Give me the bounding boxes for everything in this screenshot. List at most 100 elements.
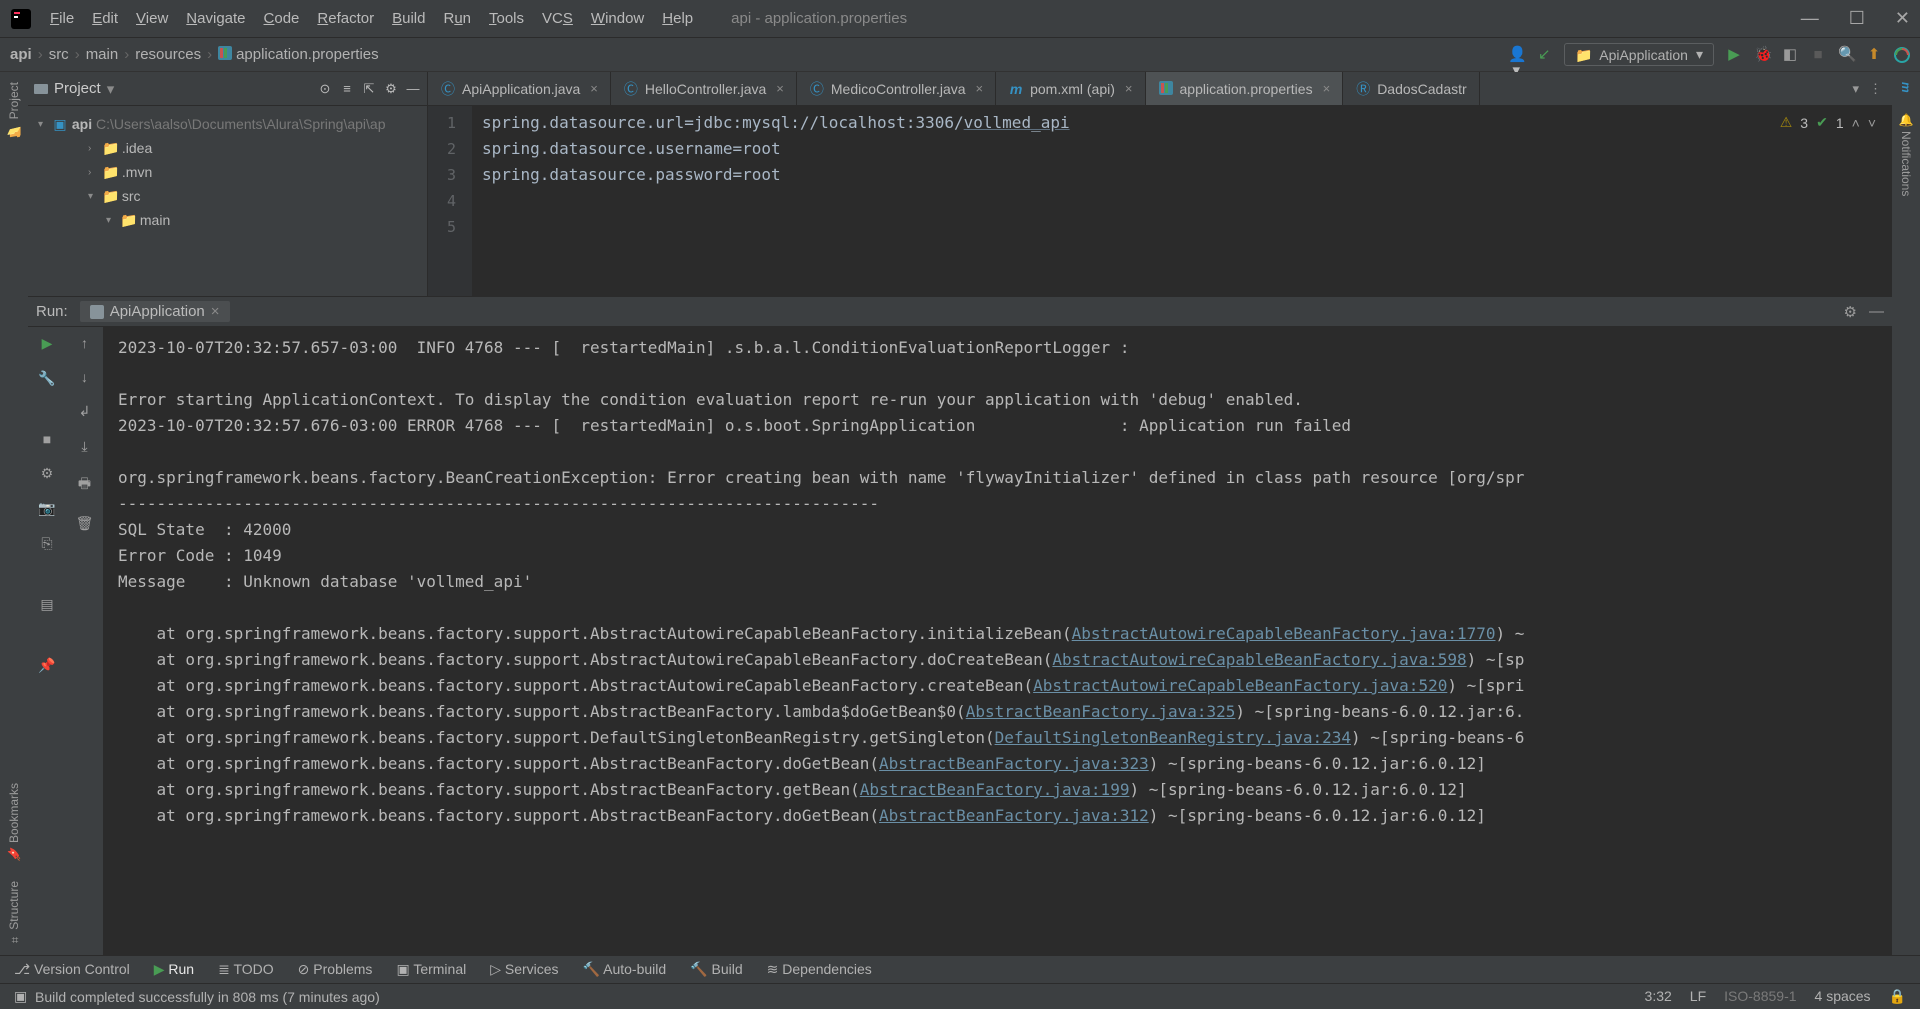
editor-tab[interactable]: ⒸHelloController.java× [611,72,797,105]
line-ending[interactable]: LF [1690,988,1706,1005]
soft-wrap-icon[interactable]: ↲ [79,403,91,420]
sync-icon[interactable]: ⬆ [1866,47,1882,63]
menu-vcs[interactable]: VCS [542,10,573,27]
tool-vc-tab[interactable]: ⎇ Version Control [14,961,130,978]
editor-tab[interactable]: ⒸApiApplication.java× [428,72,611,105]
camera-icon[interactable]: 📷 [38,500,55,517]
tool-build-tab[interactable]: 🔨 Build [690,961,742,978]
hide-panel-icon[interactable]: ― [1869,303,1884,321]
run-icon[interactable]: ▶ [1726,47,1742,63]
close-icon[interactable]: × [211,303,220,320]
indent-setting[interactable]: 4 spaces [1815,988,1871,1005]
status-widgets-icon[interactable]: ▣ [14,988,27,1005]
stop-icon[interactable]: ■ [43,431,51,447]
settings-gear-icon[interactable]: ⚙ [383,81,399,97]
project-tree[interactable]: ▾ ▣ api C:\Users\aalso\Documents\Alura\S… [28,106,427,296]
code-editor[interactable]: 12345 spring.datasource.url=jdbc:mysql:/… [428,106,1892,296]
close-icon[interactable]: × [1323,81,1331,96]
window-minimize-icon[interactable]: ― [1801,8,1819,29]
menu-build[interactable]: Build [392,10,425,27]
stop-icon[interactable]: ■ [1810,47,1826,63]
coverage-icon[interactable]: ◧ [1782,47,1798,63]
tool-services-tab[interactable]: ▷ Services [490,961,558,978]
scroll-to-end-icon[interactable]: ⤓ [81,438,87,455]
ide-actions-icon[interactable] [1894,47,1910,63]
close-icon[interactable]: × [776,81,784,96]
menu-navigate[interactable]: Navigate [186,10,245,27]
close-icon[interactable]: × [1125,81,1133,96]
editor-tab[interactable]: ⒸMedicoController.java× [797,72,996,105]
project-title[interactable]: Project ▾ [34,80,114,98]
exit-icon[interactable]: ⎘ [41,535,52,552]
tool-bookmarks-tab[interactable]: 🔖 Bookmarks [7,773,21,871]
collapse-all-icon[interactable]: ⇱ [361,81,377,97]
tool-run-tab[interactable]: ▶ Run [154,961,194,978]
menu-tools[interactable]: Tools [489,10,524,27]
search-icon[interactable]: 🔍 [1838,47,1854,63]
tool-structure-tab[interactable]: ⌗ Structure [7,871,21,955]
menu-refactor[interactable]: Refactor [317,10,374,27]
run-config-selector[interactable]: 📁 ApiApplication ▾ [1564,43,1714,66]
menu-edit[interactable]: Edit [92,10,118,27]
expand-all-icon[interactable]: ≡ [339,81,355,97]
print-icon[interactable]: 🖶 [78,473,91,497]
breadcrumb-item[interactable]: main [86,46,136,63]
menu-help[interactable]: Help [662,10,693,27]
caret-position[interactable]: 3:32 [1645,988,1672,1005]
breadcrumb-item[interactable]: src [49,46,86,63]
breadcrumb-item[interactable]: api [10,46,49,63]
settings-gear-icon[interactable]: ⚙ [41,465,54,482]
read-lock-icon[interactable]: 🔒 [1889,988,1906,1005]
menu-window[interactable]: Window [591,10,644,27]
editor-tab-active[interactable]: application.properties× [1146,72,1344,105]
user-switch-icon[interactable]: 👤▾ [1508,47,1524,63]
tool-todo-tab[interactable]: ≣ TODO [218,961,274,978]
editor-tab[interactable]: ⓇDadosCadastr [1343,72,1480,105]
select-opened-icon[interactable]: ⊙ [317,81,333,97]
breadcrumb-item[interactable]: application.properties [218,46,379,64]
rerun-icon[interactable]: ▶ [42,335,53,352]
warning-icon[interactable]: ⚠ [1780,114,1793,131]
window-maximize-icon[interactable]: ☐ [1849,8,1865,29]
tab-list-icon[interactable]: ▾ [1852,81,1859,97]
menu-file[interactable]: File [50,10,74,27]
close-icon[interactable]: × [590,81,598,96]
settings-gear-icon[interactable]: ⚙ [1844,303,1857,321]
hide-panel-icon[interactable]: ― [405,81,421,97]
editor-annotations[interactable]: ⚠3 ✔1 ˄ ˅ [1780,114,1876,131]
clear-icon[interactable]: 🗑 [76,515,94,532]
debug-icon[interactable]: 🐞 [1754,47,1770,63]
tool-terminal-tab[interactable]: ▣ Terminal [396,961,466,978]
tool-notifications-tab[interactable]: 🔔 Notifications [1899,103,1913,206]
down-icon[interactable]: ↓ [81,369,88,385]
check-icon[interactable]: ✔ [1816,114,1828,131]
close-icon[interactable]: × [976,81,984,96]
tool-maven-tab[interactable]: m [1899,72,1913,103]
up-icon[interactable]: ↑ [81,335,88,351]
layout-icon[interactable]: ▤ [40,596,53,613]
pin-icon[interactable]: 📌 [38,657,55,674]
run-config-tab[interactable]: ApiApplication × [80,301,230,322]
editor-tab[interactable]: mpom.xml (api)× [996,72,1145,105]
breadcrumb-item[interactable]: resources [135,46,218,63]
tree-item[interactable]: ›📁 .mvn [28,160,427,184]
run-console[interactable]: 2023-10-07T20:32:57.657-03:00 INFO 4768 … [104,327,1892,955]
tool-project-tab[interactable]: 📂 Project [7,72,21,147]
tree-item[interactable]: ▾📁 src [28,184,427,208]
menu-run[interactable]: Run [443,10,471,27]
chevron-down-icon[interactable]: ˅ [1868,115,1876,131]
tree-root[interactable]: ▾ ▣ api C:\Users\aalso\Documents\Alura\S… [28,112,427,136]
tool-autobuild-tab[interactable]: 🔨 Auto-build [583,961,667,978]
menu-view[interactable]: View [136,10,168,27]
tree-item[interactable]: ▾📁 main [28,208,427,232]
tab-more-icon[interactable]: ⋮ [1869,81,1882,97]
tool-dependencies-tab[interactable]: ≋ Dependencies [767,961,872,978]
window-close-icon[interactable]: ✕ [1895,8,1910,29]
vcs-update-icon[interactable]: ↙ [1536,47,1552,63]
menu-code[interactable]: Code [264,10,300,27]
file-encoding[interactable]: ISO-8859-1 [1724,988,1796,1005]
tool-problems-tab[interactable]: ⊘ Problems [298,961,373,978]
chevron-up-icon[interactable]: ˄ [1852,115,1860,131]
wrench-icon[interactable]: 🔧 [38,370,55,387]
tree-item[interactable]: ›📁 .idea [28,136,427,160]
